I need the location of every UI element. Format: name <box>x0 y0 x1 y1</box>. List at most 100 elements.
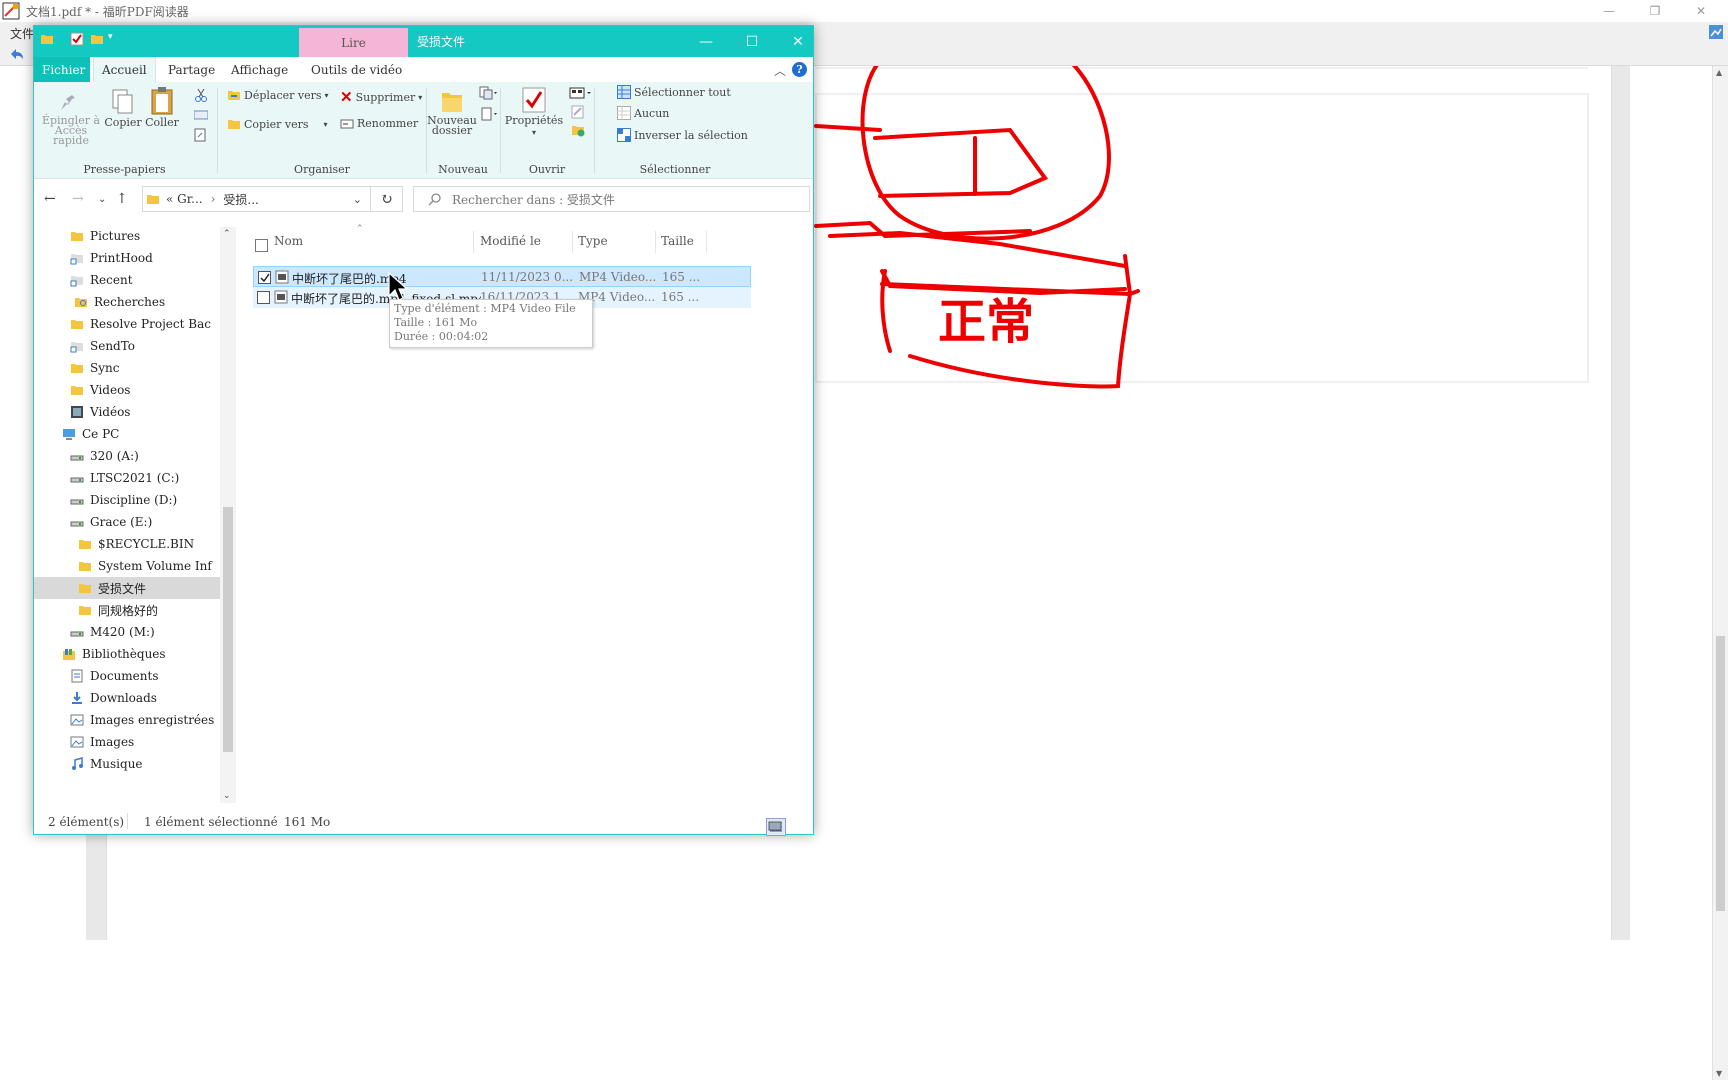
tree-item-label: 320 (A:) <box>90 449 139 463</box>
pin-quick-access-button[interactable]: Épingler à Accès rapide <box>40 88 102 146</box>
tree-item[interactable]: Recent <box>34 269 220 291</box>
tooltip-type: Type d'élément : MP4 Video File <box>394 302 576 315</box>
search-input[interactable]: Rechercher dans : 受损文件 <box>413 186 810 212</box>
paste-button[interactable]: Coller <box>142 86 182 128</box>
tree-item[interactable]: Videos <box>34 379 220 401</box>
invert-selection-button[interactable]: Inverser la sélection <box>617 128 748 142</box>
tree-item[interactable]: Vidéos <box>34 401 220 423</box>
tree-item[interactable]: PrintHood <box>34 247 220 269</box>
tree-item[interactable]: LTSC2021 (C:) <box>34 467 220 489</box>
tree-item[interactable]: 受损文件 <box>34 577 220 599</box>
copy-to-button[interactable]: Copier vers ▾ <box>227 117 328 131</box>
row-checkbox[interactable] <box>257 291 270 304</box>
move-to-button[interactable]: Déplacer vers ▾ <box>227 88 329 102</box>
tree-item[interactable]: Downloads <box>34 687 220 709</box>
new-folder-button[interactable]: Nouveau dossier <box>427 88 477 136</box>
column-header-modified[interactable]: Modifié le <box>480 234 541 248</box>
up-icon[interactable]: ↑ <box>116 191 128 207</box>
navigation-pane-scrollbar[interactable]: ⌃ ⌄ <box>220 227 236 803</box>
tree-item[interactable]: SendTo <box>34 335 220 357</box>
context-tab-lire[interactable]: Lire <box>299 28 408 57</box>
customize-quick-access-icon[interactable]: ▾ <box>108 32 113 42</box>
refresh-icon[interactable]: ↻ <box>371 186 403 212</box>
help-icon[interactable]: ? <box>792 62 807 77</box>
collapse-ribbon-icon[interactable]: ︿ <box>774 62 786 79</box>
maximize-icon[interactable]: ☐ <box>729 26 775 57</box>
tree-item[interactable]: Bibliothèques <box>34 643 220 665</box>
tab-accueil[interactable]: Accueil <box>93 57 156 82</box>
tree-item[interactable]: Grace (E:) <box>34 511 220 533</box>
column-header-name[interactable]: Nom <box>274 234 303 248</box>
recent-locations-icon[interactable]: ⌄ <box>98 194 106 205</box>
tab-outils-video[interactable]: Outils de vidéo <box>303 57 410 82</box>
scroll-up-icon[interactable]: ⌃ <box>223 229 231 239</box>
ribbon: Épingler à Accès rapide Copier Coller Pr… <box>34 82 813 179</box>
tree-item[interactable]: Sync <box>34 357 220 379</box>
column-header-size[interactable]: Taille <box>661 234 694 248</box>
tree-item[interactable]: Images <box>34 731 220 753</box>
search-placeholder: Rechercher dans : 受损文件 <box>452 192 615 207</box>
tree-item[interactable]: Ce PC <box>34 423 220 445</box>
tree-item[interactable]: Images enregistrées <box>34 709 220 731</box>
copy-button[interactable]: Copier <box>104 88 142 128</box>
tab-partage[interactable]: Partage <box>160 57 223 82</box>
tree-item[interactable]: System Volume Inf <box>34 555 220 577</box>
tree-item[interactable]: 同规格好的 <box>34 599 220 621</box>
tab-affichage[interactable]: Affichage <box>223 57 296 82</box>
select-all-button[interactable]: Sélectionner tout <box>617 85 731 99</box>
tree-item[interactable]: Resolve Project Bac <box>34 313 220 335</box>
delete-button[interactable]: ✕ Supprimer ▾ <box>340 88 422 106</box>
close-icon[interactable]: ✕ <box>1678 0 1724 22</box>
properties-button[interactable]: Propriétés ▾ <box>505 86 563 138</box>
new-folder-quick-icon[interactable] <box>90 32 104 46</box>
paste-shortcut-icon[interactable] <box>194 128 206 142</box>
minimize-icon[interactable]: — <box>1586 0 1632 22</box>
address-bar[interactable]: « Gr... › 受损... ⌄ <box>142 186 371 212</box>
row-checkbox[interactable] <box>258 271 271 284</box>
large-icons-view-icon[interactable] <box>766 818 784 834</box>
tree-item-label: Resolve Project Bac <box>90 317 211 331</box>
address-dropdown-icon[interactable]: ⌄ <box>353 193 362 206</box>
history-icon[interactable] <box>571 123 585 137</box>
tree-item[interactable]: Musique <box>34 753 220 775</box>
column-header-type[interactable]: Type <box>578 234 608 248</box>
select-none-button[interactable]: Aucun <box>617 106 669 120</box>
restore-icon[interactable]: ❐ <box>1632 0 1678 22</box>
scroll-down-icon[interactable]: ⌄ <box>223 791 231 801</box>
properties-quick-icon[interactable] <box>70 32 84 46</box>
pdf-vertical-scrollbar[interactable]: ▲ ▼ <box>1712 66 1728 1080</box>
breadcrumb-current[interactable]: 受损... <box>223 191 258 208</box>
tree-item[interactable]: 320 (A:) <box>34 445 220 467</box>
rename-button[interactable]: Renommer <box>340 117 418 130</box>
menu-file[interactable]: 文件 <box>10 25 34 42</box>
tree-item[interactable]: Recherches <box>34 291 220 313</box>
new-item-icon[interactable] <box>478 86 498 100</box>
navigation-pane: Pictures PrintHood Recent Recherches Resolve… <box>34 227 220 803</box>
easy-access-icon[interactable] <box>478 107 498 121</box>
panel-icon[interactable] <box>1708 24 1724 40</box>
pdf-scroll-thumb[interactable] <box>1716 636 1725 911</box>
tree-item-label: 同规格好的 <box>98 603 159 618</box>
file-row[interactable]: 中断坏了尾巴的.mp4 11/11/2023 0... MP4 Video...… <box>253 266 751 287</box>
copy-path-icon[interactable] <box>194 110 208 120</box>
cut-icon[interactable] <box>194 88 208 102</box>
tree-item[interactable]: Pictures <box>34 227 220 247</box>
tab-fichier[interactable]: Fichier <box>34 57 90 82</box>
tree-item[interactable]: M420 (M:) <box>34 621 220 643</box>
edit-icon[interactable] <box>571 105 585 119</box>
forward-icon[interactable]: → <box>72 191 84 207</box>
tree-item[interactable]: $RECYCLE.BIN <box>34 533 220 555</box>
tree-item[interactable]: Documents <box>34 665 220 687</box>
undo-icon[interactable] <box>8 46 26 62</box>
file-type: MP4 Video... <box>579 270 657 284</box>
select-all-checkbox[interactable] <box>255 239 268 252</box>
breadcrumb-parent[interactable]: « Gr... <box>166 192 203 206</box>
close-icon[interactable]: ✕ <box>775 26 821 57</box>
rename-icon <box>340 119 354 128</box>
tooltip-size: Taille : 161 Mo <box>394 316 478 329</box>
tree-item[interactable]: Discipline (D:) <box>34 489 220 511</box>
navigation-scroll-thumb[interactable] <box>223 507 233 752</box>
minimize-icon[interactable]: — <box>683 26 729 57</box>
back-icon[interactable]: ← <box>44 191 56 207</box>
open-with-icon[interactable] <box>569 86 593 100</box>
